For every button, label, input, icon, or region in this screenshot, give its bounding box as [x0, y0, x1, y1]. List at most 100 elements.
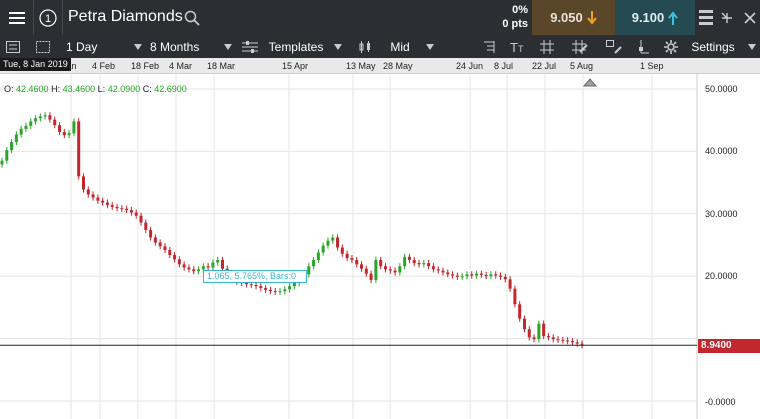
templates-icon	[242, 40, 258, 53]
arrow-down-icon	[586, 10, 597, 25]
price-chart[interactable]	[0, 74, 760, 419]
candle-body	[460, 276, 464, 278]
top-bar: 1 Petra Diamonds 0% 0 pts 9.050 9.100	[0, 0, 760, 35]
candle-body	[503, 276, 507, 280]
sell-button[interactable]: 9.050	[532, 0, 615, 35]
interval-dropdown[interactable]: 1 Day	[66, 35, 142, 58]
time-axis-label: 1 Sep	[640, 61, 664, 71]
arrow-up-icon	[668, 10, 679, 25]
ohlc-close: 42.6900	[154, 84, 187, 94]
scroll-handle-icon	[582, 78, 598, 87]
candle-body	[187, 267, 191, 270]
candle-body	[470, 274, 474, 276]
layout-icon[interactable]	[696, 0, 716, 35]
candle-body	[479, 273, 483, 275]
candle-body	[58, 125, 62, 133]
candle-body	[283, 289, 287, 292]
templates-dropdown[interactable]: Templates	[242, 35, 342, 58]
candle-body	[355, 259, 359, 265]
instrument-name: Petra Diamonds	[68, 8, 183, 25]
candle-body	[244, 283, 248, 285]
candle-body	[307, 266, 311, 275]
candle-body	[427, 263, 431, 267]
candle-body	[72, 121, 76, 134]
chart-grid	[0, 74, 697, 419]
sell-price: 9.050	[550, 10, 583, 25]
info-icon[interactable]: 1	[34, 0, 62, 35]
candle-body	[14, 134, 18, 143]
time-axis-label: 18 Mar	[207, 61, 236, 71]
candle-body	[96, 197, 100, 201]
list-icon[interactable]	[6, 35, 20, 58]
chart-type-icon[interactable]	[638, 35, 650, 58]
close-icon[interactable]	[740, 0, 760, 35]
interval-value: 1 Day	[66, 39, 98, 54]
draw-grid-icon[interactable]	[572, 35, 588, 58]
candle-body	[278, 291, 282, 293]
candle-body	[53, 119, 57, 126]
candle-body	[570, 341, 574, 343]
price-type-dropdown[interactable]: Mid	[358, 35, 434, 58]
candle-body	[518, 304, 522, 319]
drawing-tools-icon[interactable]	[606, 35, 622, 58]
chevron-down-icon	[224, 43, 232, 50]
candle-body	[144, 222, 148, 231]
text-tool-icon[interactable]: TT	[510, 35, 526, 58]
candle-body	[139, 215, 143, 223]
ohlc-low-label: L:	[97, 84, 106, 94]
candle-body	[29, 121, 33, 126]
candle-body	[532, 337, 536, 340]
candle-body	[115, 206, 119, 209]
candle-body	[556, 339, 560, 341]
candle-body	[24, 125, 28, 129]
candle-body	[508, 279, 512, 289]
ohlc-close-label: C:	[142, 84, 152, 94]
candle-body	[211, 262, 215, 268]
crosshair-grid-icon[interactable]	[540, 35, 554, 58]
minimize-icon[interactable]	[716, 0, 738, 35]
candle-body	[345, 253, 349, 259]
chevron-down-icon	[747, 43, 756, 50]
measure-annotation[interactable]: 1.065, 5.765%, Bars:0	[203, 270, 307, 283]
change-percent: 0%	[512, 4, 528, 16]
settings-dropdown[interactable]: Settings	[664, 35, 756, 58]
candle-body	[206, 266, 210, 268]
menu-icon[interactable]	[0, 0, 33, 35]
candle-body	[264, 288, 268, 290]
current-price-tag: 8.9400	[698, 339, 760, 353]
candle-body	[220, 259, 224, 269]
time-axis[interactable]: Jan 4 Feb 18 Feb 4 Mar 18 Mar 15 Apr 13 …	[0, 58, 760, 74]
candle-body	[120, 208, 124, 210]
candle-body	[110, 205, 114, 207]
buy-button[interactable]: 9.100	[615, 0, 695, 35]
indicators-icon[interactable]	[482, 35, 496, 58]
candle-body	[527, 329, 531, 338]
candle-body	[465, 274, 469, 277]
candle-body	[38, 116, 42, 119]
candle-body	[91, 194, 95, 198]
candle-body	[62, 132, 66, 136]
candle-body	[484, 274, 488, 277]
candle-body	[336, 237, 340, 248]
grid-icon[interactable]	[36, 35, 50, 58]
search-icon[interactable]	[182, 0, 202, 35]
candle-body	[388, 269, 392, 271]
candle-body	[374, 259, 378, 280]
candle-body	[288, 286, 292, 290]
change-points: 0 pts	[502, 18, 528, 30]
candle-body	[182, 264, 186, 268]
candle-body	[153, 237, 157, 243]
templates-label: Templates	[268, 39, 324, 54]
range-dropdown[interactable]: 8 Months	[150, 35, 232, 58]
candle-body	[168, 249, 172, 255]
candle-body	[321, 245, 325, 253]
time-axis-label: 18 Feb	[131, 61, 160, 71]
candle-body	[173, 254, 177, 260]
y-tick-label: 30.0000	[705, 209, 738, 219]
time-axis-label: 4 Feb	[92, 61, 116, 71]
candle-body	[379, 259, 383, 267]
time-axis-label: 15 Apr	[282, 61, 309, 71]
ohlc-low: 42.0900	[107, 84, 141, 94]
svg-text:1: 1	[45, 13, 51, 25]
candle-body	[177, 259, 181, 265]
